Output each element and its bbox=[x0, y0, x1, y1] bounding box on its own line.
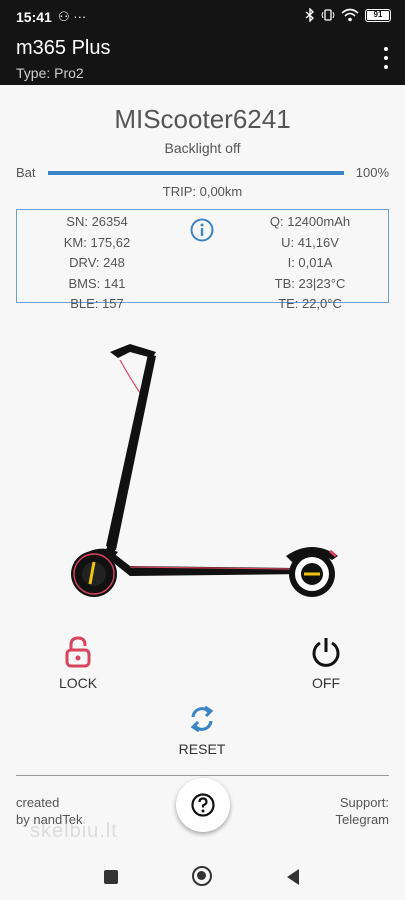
lock-label: LOCK bbox=[58, 675, 98, 691]
info-bms: BMS: 141 bbox=[68, 275, 126, 291]
backlight-status[interactable]: Backlight off bbox=[0, 140, 405, 156]
info-sn: SN: 26354 bbox=[66, 214, 128, 229]
wifi-icon bbox=[341, 8, 359, 22]
info-drv: DRV: 248 bbox=[69, 255, 125, 270]
support-line2: Telegram bbox=[335, 812, 389, 827]
app-bar: m365 Plus Type: Pro2 bbox=[0, 33, 405, 85]
info-ble: BLE: 157 bbox=[70, 296, 124, 311]
app-subtitle: Type: Pro2 bbox=[16, 65, 84, 81]
battery-level: 91 bbox=[367, 10, 389, 20]
power-off-button[interactable]: OFF bbox=[298, 636, 354, 691]
reset-button[interactable]: RESET bbox=[172, 704, 232, 757]
info-km: KM: 175,62 bbox=[63, 234, 131, 250]
info-q: Q: 12400mAh bbox=[269, 214, 351, 229]
battery-percent: 100% bbox=[355, 165, 389, 180]
info-te: TE: 22,0°C bbox=[278, 296, 342, 311]
status-time: 15:41 bbox=[16, 9, 52, 25]
help-icon bbox=[191, 793, 215, 817]
lock-button[interactable]: LOCK bbox=[50, 636, 106, 691]
footer-divider bbox=[16, 775, 389, 776]
status-right: 91 bbox=[305, 8, 391, 22]
created-line1: created bbox=[16, 795, 60, 810]
off-label: OFF bbox=[312, 675, 340, 691]
refresh-icon bbox=[190, 705, 214, 733]
system-nav-bar bbox=[0, 854, 405, 900]
home-icon[interactable] bbox=[192, 866, 212, 886]
info-u: U: 41,16V bbox=[281, 234, 339, 250]
battery-label: Bat bbox=[16, 165, 36, 180]
scooter-illustration bbox=[71, 344, 338, 597]
status-bar: 15:41 ⚇ ··· 91 bbox=[0, 0, 405, 33]
info-icon[interactable] bbox=[190, 218, 214, 242]
vibrate-icon bbox=[321, 9, 335, 21]
app-title: m365 Plus bbox=[16, 37, 111, 59]
info-panel: SN: 26354 KM: 175,62 DRV: 248 BMS: 141 B… bbox=[16, 209, 389, 311]
support-line1: Support: bbox=[339, 795, 389, 810]
battery-icon: 91 bbox=[365, 8, 391, 22]
info-right-column: Q: 12400mAh U: 41,16V I: 0,01A TB: 23|23… bbox=[245, 212, 375, 315]
back-icon[interactable] bbox=[287, 869, 299, 885]
power-icon bbox=[312, 638, 340, 667]
device-name: MIScooter6241 bbox=[114, 104, 291, 134]
battery-progress-fill bbox=[48, 171, 344, 175]
lock-icon bbox=[65, 636, 91, 668]
overflow-menu-icon[interactable] bbox=[381, 47, 391, 69]
notification-icons: ⚇ ··· bbox=[58, 9, 87, 24]
bluetooth-icon bbox=[305, 8, 315, 22]
info-left-column: SN: 26354 KM: 175,62 DRV: 248 BMS: 141 B… bbox=[37, 212, 157, 315]
battery-progress bbox=[48, 171, 344, 175]
reset-label: RESET bbox=[178, 741, 226, 757]
help-button[interactable] bbox=[176, 778, 230, 832]
support-link[interactable]: Support: Telegram bbox=[336, 794, 389, 828]
recents-icon[interactable] bbox=[104, 870, 118, 884]
watermark: skelbiu.lt bbox=[30, 820, 118, 842]
info-tb: TB: 23|23°C bbox=[274, 275, 346, 291]
trip-distance: TRIP: 0,00km bbox=[162, 184, 243, 199]
info-i: I: 0,01A bbox=[287, 255, 333, 270]
